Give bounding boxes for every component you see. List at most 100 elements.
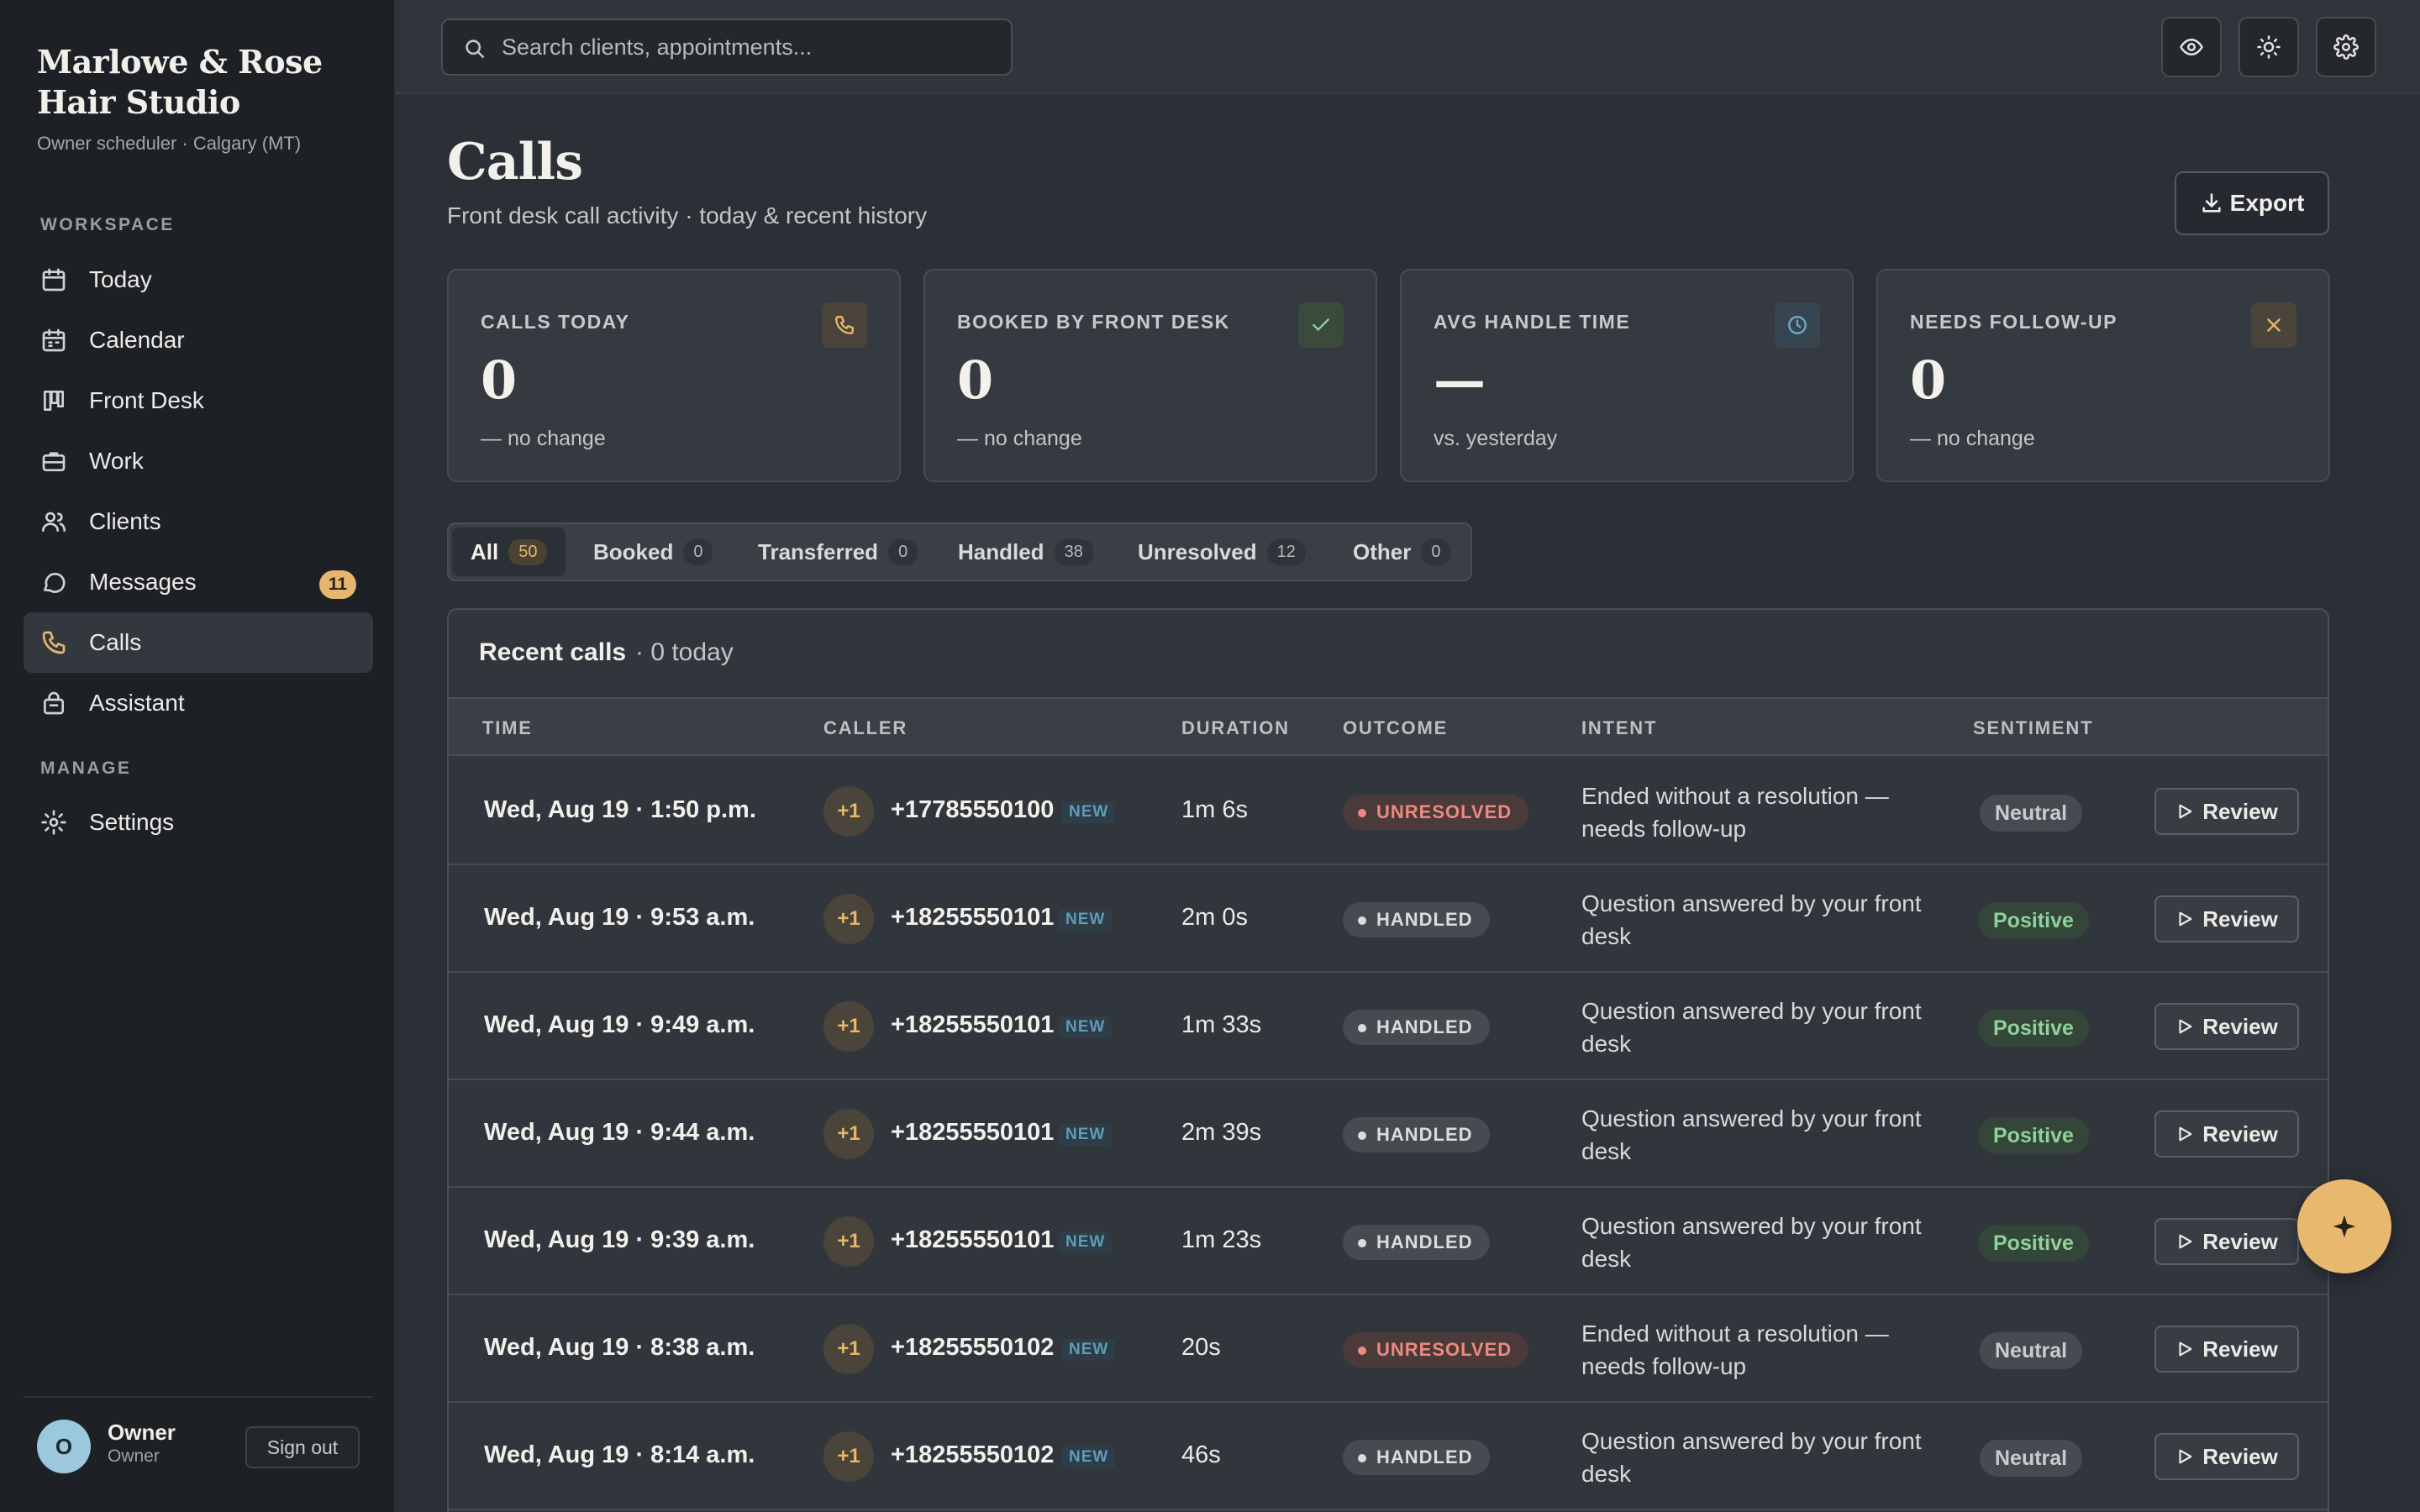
- sentiment-badge: Positive: [1978, 902, 2089, 939]
- review-button[interactable]: Review: [2154, 1003, 2299, 1050]
- board-icon: [40, 387, 67, 414]
- column-header: OUTCOME: [1343, 717, 1449, 738]
- review-button[interactable]: Review: [2154, 1326, 2299, 1373]
- review-button[interactable]: Review: [2154, 1218, 2299, 1265]
- brand-name: Marlowe & Rose Hair Studio: [37, 43, 323, 121]
- avatar[interactable]: O: [37, 1420, 91, 1473]
- column-header: CALLER: [823, 717, 908, 738]
- column-header: INTENT: [1581, 717, 1658, 738]
- gear-icon: [2333, 34, 2359, 60]
- caller-phone[interactable]: +17785550100: [891, 796, 1054, 824]
- preview-button[interactable]: [2161, 17, 2222, 77]
- sun-icon: [2257, 35, 2281, 59]
- call-intent: Question answered by your front desk: [1581, 1105, 1922, 1164]
- sidebar-item-label: Clients: [89, 508, 161, 534]
- call-intent: Question answered by your front desk: [1581, 1428, 1922, 1487]
- export-button[interactable]: Export: [2175, 171, 2329, 235]
- brand: Marlowe & Rose Hair Studio Owner schedul…: [37, 42, 373, 155]
- stat-note: — no change: [957, 427, 1082, 450]
- tab-count: 0: [683, 538, 713, 565]
- sidebar-item-messages[interactable]: Messages 11: [24, 552, 373, 612]
- theme-toggle-button[interactable]: [2238, 17, 2299, 77]
- tab-transferred[interactable]: Transferred 0: [739, 528, 936, 576]
- tab-all[interactable]: All 50: [452, 528, 566, 576]
- outcome-badge: HANDLED: [1343, 1010, 1490, 1045]
- sidebar-item-label: Front Desk: [89, 387, 204, 413]
- caller-phone[interactable]: +18255550102: [891, 1334, 1054, 1362]
- caller-phone[interactable]: +18255550102: [891, 1441, 1054, 1469]
- review-label: Review: [2202, 906, 2278, 932]
- recent-calls-card: Recent calls · 0 today TIME CALLER DURAT…: [447, 608, 2329, 1512]
- sidebar-item-front-desk[interactable]: Front Desk: [24, 370, 373, 431]
- outcome-badge: UNRESOLVED: [1343, 795, 1529, 830]
- review-label: Review: [2202, 1443, 2278, 1469]
- play-icon: [2179, 911, 2192, 927]
- sidebar-item-assistant[interactable]: Assistant: [24, 673, 373, 733]
- table-row[interactable]: Wed, Aug 19 · 8:14 a.m. +1 +18255550102 NEW…: [449, 1403, 2328, 1510]
- sentiment-badge: Neutral: [1980, 1332, 2083, 1369]
- caller-phone[interactable]: +18255550101: [891, 1119, 1054, 1147]
- table-row[interactable]: Wed, Aug 19 · 8:38 a.m. +1 +18255550102 NEW…: [449, 1295, 2328, 1403]
- bag-icon: [40, 690, 67, 717]
- sidebar-item-label: Assistant: [89, 690, 185, 716]
- tab-other[interactable]: Other 0: [1334, 528, 1469, 576]
- sidebar-item-calls[interactable]: Calls: [24, 612, 373, 673]
- country-code-avatar: +1: [823, 786, 874, 837]
- caller-phone[interactable]: +18255550101: [891, 1226, 1054, 1254]
- table-row[interactable]: Wed, Aug 19 · 9:49 a.m. +1 +18255550101 NEW…: [449, 973, 2328, 1080]
- play-icon: [2179, 1234, 2192, 1249]
- caller-phone[interactable]: +18255550101: [891, 1011, 1054, 1039]
- sidebar-item-today[interactable]: Today: [24, 249, 373, 310]
- settings-button[interactable]: [2316, 17, 2376, 77]
- play-icon: [2179, 1126, 2192, 1142]
- caller-phone[interactable]: +18255550101: [891, 904, 1054, 932]
- export-label: Export: [2229, 190, 2305, 216]
- assistant-fab-button[interactable]: [2297, 1179, 2391, 1273]
- country-code-avatar: +1: [823, 1109, 874, 1159]
- tab-unresolved[interactable]: Unresolved 12: [1119, 528, 1324, 576]
- sidebar-item-label: Work: [89, 448, 144, 474]
- phone-icon: [40, 629, 67, 656]
- table-row[interactable]: Wed, Aug 19 · 9:53 a.m. +1 +18255550101 NEW…: [449, 865, 2328, 973]
- tab-count: 38: [1054, 538, 1093, 565]
- sentiment-badge: Positive: [1978, 1010, 2089, 1047]
- sidebar-item-settings[interactable]: Settings: [24, 792, 373, 853]
- sparkle-icon: [2333, 1215, 2356, 1238]
- review-button[interactable]: Review: [2154, 895, 2299, 942]
- call-intent: Ended without a resolution — needs follo…: [1581, 783, 1889, 842]
- stat-value: 0: [957, 349, 994, 411]
- new-caller-tag: NEW: [1062, 801, 1116, 823]
- tab-label: Unresolved: [1138, 538, 1257, 564]
- tab-count: 0: [1421, 538, 1451, 565]
- sidebar-item-work[interactable]: Work: [24, 431, 373, 491]
- table-row[interactable]: Wed, Aug 19 · 9:44 a.m. +1 +18255550101 NEW…: [449, 1080, 2328, 1188]
- play-icon: [2179, 1019, 2192, 1034]
- close-icon: [2251, 302, 2296, 348]
- sign-out-button[interactable]: Sign out: [245, 1426, 360, 1468]
- call-duration: 2m 0s: [1181, 904, 1248, 931]
- sidebar-item-label: Calendar: [89, 327, 185, 353]
- topbar: [396, 0, 2420, 94]
- brand-subtitle: Owner scheduler · Calgary (MT): [37, 133, 302, 154]
- gear-icon: [40, 809, 67, 836]
- call-time: Wed, Aug 19 · 9:49 a.m.: [484, 1011, 755, 1038]
- sentiment-badge: Neutral: [1980, 1440, 2083, 1477]
- table-row[interactable]: Wed, Aug 19 · 1:50 p.m. +1 +17785550100 NEW…: [449, 758, 2328, 865]
- sidebar-item-clients[interactable]: Clients: [24, 491, 373, 552]
- country-code-avatar: +1: [823, 1324, 874, 1374]
- review-button[interactable]: Review: [2154, 1110, 2299, 1158]
- sidebar-item-calendar[interactable]: Calendar: [24, 310, 373, 370]
- tab-label: Handled: [958, 538, 1044, 564]
- tab-booked[interactable]: Booked 0: [575, 528, 731, 576]
- tab-handled[interactable]: Handled 38: [939, 528, 1112, 576]
- country-code-avatar: +1: [823, 1216, 874, 1267]
- table-row[interactable]: Wed, Aug 19 · 9:39 a.m. +1 +18255550101 NEW…: [449, 1188, 2328, 1295]
- filter-tabs: All 50 Booked 0 Transferred 0 Handled 38 Unr…: [447, 522, 1472, 581]
- search-input[interactable]: [502, 20, 997, 74]
- review-button[interactable]: Review: [2154, 1433, 2299, 1480]
- review-button[interactable]: Review: [2154, 788, 2299, 835]
- outcome-badge: UNRESOLVED: [1343, 1332, 1529, 1368]
- search-box[interactable]: [441, 18, 1013, 76]
- messages-badge: 11: [319, 570, 356, 599]
- tab-count: 12: [1266, 538, 1306, 565]
